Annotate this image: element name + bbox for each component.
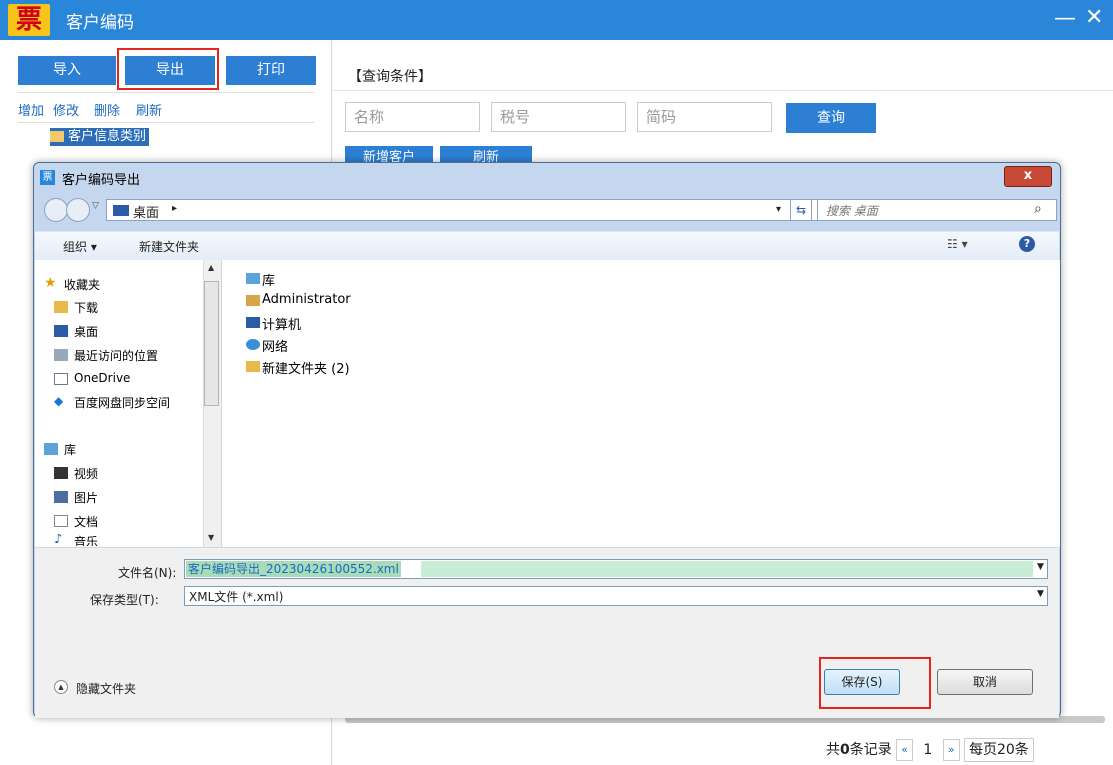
file-item-network[interactable]: 网络: [262, 336, 288, 355]
filename-selection-fill: [421, 561, 1033, 577]
nav-item-recent[interactable]: 最近访问的位置: [74, 347, 158, 364]
app-logo: 票: [8, 4, 50, 36]
recent-places-icon: [54, 349, 68, 361]
nav-item-videos[interactable]: 视频: [74, 465, 98, 482]
folder-icon: [246, 361, 260, 372]
short-code-input[interactable]: 简码: [637, 102, 772, 132]
scroll-up-icon[interactable]: ▲: [208, 263, 214, 272]
nav-item-onedrive[interactable]: OneDrive: [74, 371, 130, 385]
add-link[interactable]: 增加: [18, 100, 44, 119]
nav-item-desktop[interactable]: 桌面: [74, 323, 98, 340]
pager: 共0条记录 « 1 » 每页20条: [826, 738, 1034, 762]
filename-input[interactable]: 客户编码导出_20230426100552.xml ▼: [184, 559, 1048, 579]
help-icon[interactable]: ?: [1019, 236, 1035, 252]
close-button[interactable]: ✕: [1085, 5, 1103, 30]
pictures-icon: [54, 491, 68, 503]
nav-item-baidu-sync[interactable]: 百度网盘同步空间: [74, 394, 202, 411]
dialog-title: 客户编码导出: [62, 173, 141, 188]
left-divider: [18, 92, 314, 93]
organize-menu[interactable]: 组织 ▾: [63, 238, 97, 255]
delete-link[interactable]: 删除: [94, 100, 120, 119]
tree-divider: [18, 122, 314, 123]
edit-link[interactable]: 修改: [53, 100, 79, 119]
search-placeholder: 搜索 桌面: [826, 204, 878, 218]
import-button[interactable]: 导入: [18, 56, 116, 85]
total-prefix: 共: [826, 742, 840, 758]
current-page: 1: [923, 742, 933, 758]
filetype-select[interactable]: XML文件 (*.xml) ▼: [184, 586, 1048, 606]
refresh-icon[interactable]: ⇆: [790, 199, 812, 221]
hide-folders-toggle[interactable]: 隐藏文件夹: [76, 680, 136, 697]
tax-id-input[interactable]: 税号: [491, 102, 626, 132]
query-title: 【查询条件】: [348, 69, 432, 85]
refresh-link[interactable]: 刷新: [136, 100, 162, 119]
breadcrumb-arrow-icon[interactable]: ▸: [172, 203, 177, 214]
command-bar: 组织 ▾ 新建文件夹 ☷ ▾ ?: [35, 231, 1059, 261]
next-page-button[interactable]: »: [942, 739, 960, 761]
nav-item-downloads[interactable]: 下载: [74, 299, 98, 316]
file-item-new-folder-2[interactable]: 新建文件夹 (2): [262, 358, 350, 377]
cancel-button[interactable]: 取消: [937, 669, 1033, 695]
filetype-value: XML文件 (*.xml): [189, 590, 284, 604]
baidu-netdisk-icon: ◆: [54, 394, 64, 408]
dialog-app-icon: 票: [40, 170, 55, 185]
export-dialog: 票 客户编码导出 x ▽ 桌面 ▸ ▾ ⇆ 搜索 桌面 ⌕ 组织 ▾ 新建文件夹…: [33, 162, 1061, 718]
nav-scroll-thumb[interactable]: [204, 281, 219, 406]
nav-item-music[interactable]: 音乐: [74, 534, 98, 546]
filename-label: 文件名(N):: [118, 566, 177, 580]
star-icon: ★: [44, 275, 57, 291]
save-highlight-box: [819, 657, 931, 709]
address-bar[interactable]: 桌面 ▸: [106, 199, 818, 221]
prev-page-button[interactable]: «: [896, 739, 913, 761]
file-item-administrator[interactable]: Administrator: [262, 292, 351, 307]
folder-icon: [50, 131, 64, 142]
search-icon[interactable]: ⌕: [1034, 201, 1042, 217]
tree-item-customer-category[interactable]: 客户信息类别: [50, 128, 150, 146]
nav-item-favorites[interactable]: 收藏夹: [64, 276, 100, 293]
file-item-computer[interactable]: 计算机: [262, 314, 301, 333]
page-size-select[interactable]: 每页20条: [963, 738, 1034, 762]
search-input[interactable]: 搜索 桌面 ⌕: [817, 199, 1057, 221]
dialog-close-button[interactable]: x: [1004, 166, 1052, 187]
query-divider: [331, 90, 1113, 91]
nav-item-library[interactable]: 库: [64, 441, 76, 458]
music-icon: ♪: [54, 534, 63, 546]
name-input[interactable]: 名称: [345, 102, 480, 132]
network-icon: [246, 339, 260, 350]
query-button[interactable]: 查询: [786, 103, 876, 133]
view-options-icon[interactable]: ☷ ▾: [947, 237, 968, 251]
documents-icon: [54, 515, 68, 527]
nav-item-documents[interactable]: 文档: [74, 513, 98, 530]
history-dropdown-icon[interactable]: ▽: [92, 201, 99, 211]
file-item-library[interactable]: 库: [262, 270, 275, 289]
filename-value[interactable]: 客户编码导出_20230426100552.xml: [186, 561, 401, 577]
minimize-button[interactable]: —: [1054, 6, 1076, 31]
forward-arrow-icon[interactable]: [66, 198, 90, 222]
new-folder-button[interactable]: 新建文件夹: [139, 238, 199, 255]
address-location[interactable]: 桌面: [133, 202, 159, 221]
onedrive-icon: [54, 373, 68, 385]
scroll-down-icon[interactable]: ▼: [208, 533, 214, 542]
desktop-icon: [54, 325, 68, 337]
total-suffix: 条记录: [849, 742, 892, 758]
collapse-icon[interactable]: ▲: [54, 680, 68, 694]
app-titlebar: [0, 0, 1113, 40]
library-icon: [44, 443, 58, 455]
print-button[interactable]: 打印: [226, 56, 316, 85]
filetype-label: 保存类型(T):: [90, 593, 159, 607]
app-title: 客户编码: [66, 13, 134, 33]
user-folder-icon: [246, 295, 260, 306]
desktop-icon: [113, 205, 129, 216]
download-folder-icon: [54, 301, 68, 313]
video-icon: [54, 467, 68, 479]
filetype-dropdown-icon[interactable]: ▼: [1037, 589, 1044, 599]
nav-item-pictures[interactable]: 图片: [74, 489, 98, 506]
computer-icon: [246, 317, 260, 328]
library-icon: [246, 273, 260, 284]
filename-dropdown-icon[interactable]: ▼: [1037, 562, 1044, 572]
total-count: 0: [840, 742, 850, 758]
address-dropdown-icon[interactable]: ▾: [776, 204, 781, 215]
export-highlight-box: [117, 48, 219, 90]
back-arrow-icon[interactable]: [44, 198, 68, 222]
